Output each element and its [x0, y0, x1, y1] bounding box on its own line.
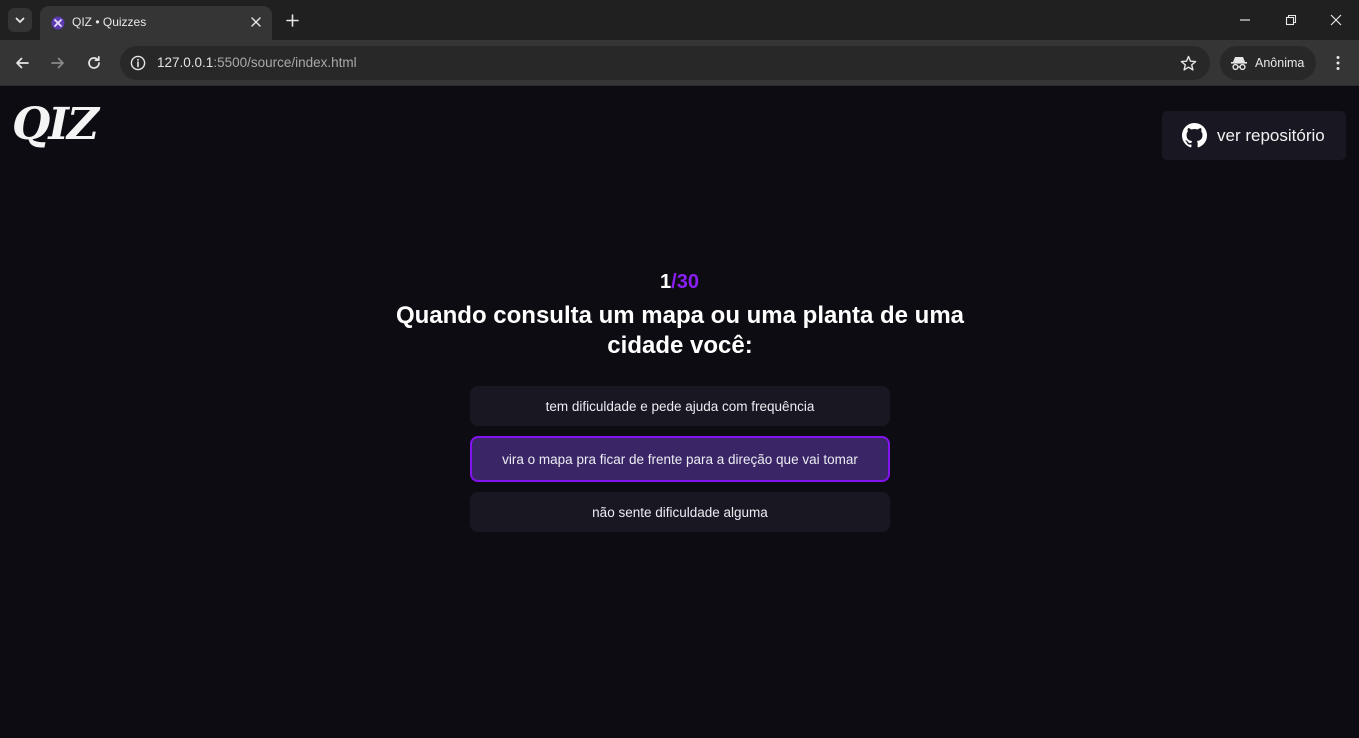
profile-label: Anônima — [1255, 56, 1305, 70]
close-icon — [251, 17, 261, 27]
answer-option-label: vira o mapa pra ficar de frente para a d… — [502, 451, 858, 467]
minimize-icon — [1240, 19, 1250, 21]
plus-icon — [285, 13, 299, 27]
view-repository-button[interactable]: ver repositório — [1162, 111, 1346, 160]
chevron-down-icon — [15, 17, 25, 24]
answer-option-3[interactable]: não sente dificuldade alguma — [470, 492, 890, 532]
star-icon — [1180, 55, 1196, 71]
question-counter: 1/30 — [0, 271, 1359, 294]
question-text: Quando consulta um mapa ou uma planta de… — [395, 302, 965, 359]
site-info-button[interactable] — [126, 51, 150, 75]
reload-button[interactable] — [82, 51, 106, 75]
forward-button[interactable] — [46, 51, 70, 75]
quiz-page: QIZ ver repositório 1/30 Quando consulta… — [0, 87, 1359, 738]
url-path: :5500/source/index.html — [213, 55, 357, 70]
browser-menu-button[interactable] — [1326, 51, 1350, 75]
qiz-favicon-icon — [51, 16, 65, 30]
incognito-icon — [1231, 57, 1247, 71]
arrow-right-icon — [51, 57, 64, 69]
url-host: 127.0.0.1 — [157, 55, 214, 70]
browser-tab-active[interactable]: QIZ • Quizzes — [40, 6, 272, 40]
tab-search-button[interactable] — [8, 8, 32, 32]
incognito-profile-button[interactable]: Anônima — [1220, 46, 1316, 80]
answer-option-1[interactable]: tem dificuldade e pede ajuda com frequên… — [470, 386, 890, 426]
bookmark-button[interactable] — [1178, 53, 1198, 73]
minimize-button[interactable] — [1222, 6, 1268, 34]
reload-icon — [88, 55, 100, 69]
browser-tabstrip: QIZ • Quizzes — [0, 0, 1359, 40]
site-logo[interactable]: QIZ — [12, 103, 99, 147]
restore-icon — [1285, 14, 1297, 26]
question-current: 1 — [660, 271, 672, 293]
close-window-icon — [1330, 14, 1342, 26]
restore-button[interactable] — [1268, 6, 1314, 34]
answer-option-2[interactable]: vira o mapa pra ficar de frente para a d… — [470, 436, 890, 482]
question-total: /30 — [671, 271, 699, 293]
new-tab-button[interactable] — [281, 9, 303, 31]
address-bar[interactable]: 127.0.0.1:5500/source/index.html — [120, 46, 1210, 80]
view-repository-label: ver repositório — [1217, 125, 1325, 145]
answer-option-label: tem dificuldade e pede ajuda com frequên… — [545, 398, 815, 414]
tab-close-button[interactable] — [246, 12, 266, 32]
url-text: 127.0.0.1:5500/source/index.html — [157, 55, 357, 70]
tab-title: QIZ • Quizzes — [72, 15, 147, 29]
github-icon — [1182, 123, 1207, 148]
info-icon — [130, 55, 146, 71]
close-window-button[interactable] — [1313, 6, 1359, 34]
browser-toolbar: 127.0.0.1:5500/source/index.html Anônima — [0, 40, 1359, 86]
arrow-left-icon — [16, 57, 29, 69]
answer-option-label: não sente dificuldade alguma — [592, 504, 768, 520]
back-button[interactable] — [10, 51, 34, 75]
kebab-menu-icon — [1336, 56, 1340, 70]
